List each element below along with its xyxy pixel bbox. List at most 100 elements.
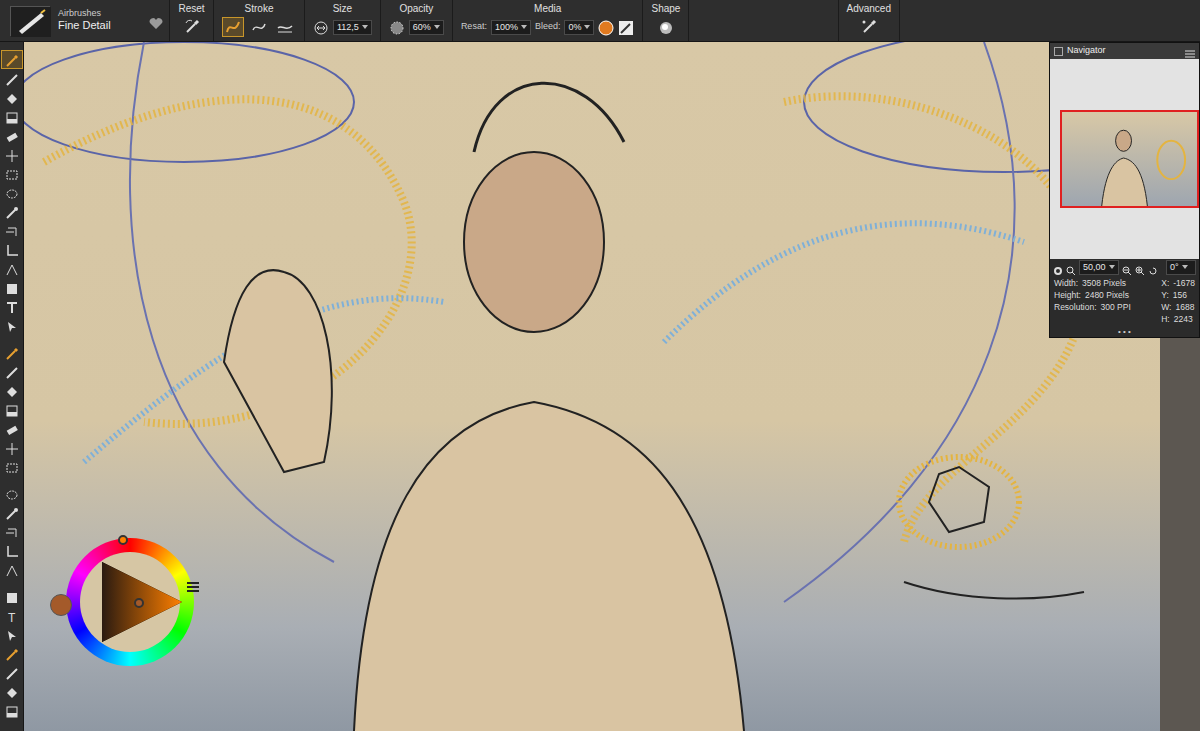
- info-row: Height:2480 Pixels: [1054, 289, 1131, 301]
- opacity-field-value: 60%: [413, 21, 431, 34]
- tool-icon: [4, 421, 20, 437]
- tool-button[interactable]: [1, 297, 23, 316]
- size-field[interactable]: 112,5: [333, 20, 372, 35]
- dropdown-arrow-icon[interactable]: [434, 25, 440, 29]
- tool-icon: [4, 684, 20, 700]
- tool-separator: [0, 335, 23, 343]
- tool-button[interactable]: [1, 316, 23, 335]
- svg-text:T: T: [8, 611, 16, 625]
- tool-button[interactable]: [1, 221, 23, 240]
- tool-button[interactable]: [1, 278, 23, 297]
- dropdown-arrow-icon[interactable]: [584, 25, 590, 29]
- reset-group-controls: [183, 15, 201, 39]
- tool-button[interactable]: [1, 126, 23, 145]
- size-group-controls: 112,5: [313, 15, 372, 39]
- stroke-mode-button[interactable]: [222, 17, 244, 37]
- tool-button[interactable]: [1, 50, 23, 69]
- tool-button[interactable]: [1, 522, 23, 541]
- stroke-group-label: Stroke: [245, 2, 274, 15]
- navigator-panel: Navigator50,000°Width:3508 PixelsHeight:…: [1049, 42, 1200, 338]
- tool-button[interactable]: [1, 343, 23, 362]
- tool-button[interactable]: [1, 484, 23, 503]
- tool-button[interactable]: [1, 682, 23, 701]
- zoom-value: 50,00: [1083, 261, 1106, 274]
- tool-button[interactable]: [1, 419, 23, 438]
- hue-ring[interactable]: [66, 538, 194, 666]
- dropdown-arrow-icon[interactable]: [362, 25, 368, 29]
- resat-field[interactable]: 100%: [491, 20, 531, 35]
- info-value: 300 PPI: [1101, 301, 1131, 313]
- tool-button[interactable]: [1, 587, 23, 606]
- info-value: 2480 Pixels: [1085, 289, 1129, 301]
- tool-icon: [4, 223, 20, 239]
- opacity-field[interactable]: 60%: [409, 20, 444, 35]
- tool-button[interactable]: [1, 145, 23, 164]
- tool-button[interactable]: [1, 381, 23, 400]
- close-icon[interactable]: [1054, 47, 1063, 56]
- tool-icon: [4, 71, 20, 87]
- dropdown-arrow-icon[interactable]: [1182, 265, 1188, 269]
- opacity-group-controls: 60%: [389, 15, 444, 39]
- navigator-thumbnail: [1060, 110, 1199, 208]
- tool-button[interactable]: [1, 701, 23, 720]
- settings-icon: [1053, 262, 1063, 272]
- stroke-mode-icon: [250, 18, 268, 36]
- info-label: Width:: [1054, 277, 1078, 289]
- brush-selector[interactable]: AirbrushesFine Detail: [0, 0, 170, 41]
- tool-button[interactable]: [1, 503, 23, 522]
- zoom-field[interactable]: 50,00: [1079, 260, 1119, 275]
- tool-button[interactable]: [1, 625, 23, 644]
- tool-button[interactable]: [1, 663, 23, 682]
- tool-button[interactable]: [1, 457, 23, 476]
- coord-row: H:2243: [1161, 313, 1195, 325]
- texture-icon: [618, 19, 634, 35]
- size-group-label: Size: [333, 2, 352, 15]
- stroke-mode-icon: [276, 18, 294, 36]
- stroke-mode-button[interactable]: [248, 17, 270, 37]
- tool-button[interactable]: [1, 88, 23, 107]
- resat-field-value: 100%: [495, 21, 518, 34]
- reset-group-label: Reset: [178, 2, 204, 15]
- tool-button[interactable]: [1, 438, 23, 457]
- tool-button[interactable]: [1, 259, 23, 278]
- stroke-mode-button[interactable]: [274, 17, 296, 37]
- tool-button[interactable]: [1, 202, 23, 221]
- tool-separator: [0, 476, 23, 484]
- tool-button[interactable]: T: [1, 606, 23, 625]
- tool-button[interactable]: [1, 400, 23, 419]
- stroke-mode-icon: [224, 18, 242, 36]
- more-button[interactable]: • • •: [1050, 327, 1199, 337]
- tool-button[interactable]: [1, 541, 23, 560]
- advanced-group: Advanced: [839, 0, 900, 41]
- dropdown-arrow-icon[interactable]: [521, 25, 527, 29]
- tool-icon: [4, 402, 20, 418]
- tool-button[interactable]: [1, 240, 23, 259]
- tool-button[interactable]: [1, 644, 23, 663]
- tool-button[interactable]: [1, 164, 23, 183]
- tool-icon: [4, 185, 20, 201]
- tool-button[interactable]: [1, 69, 23, 88]
- dropdown-arrow-icon[interactable]: [1109, 265, 1115, 269]
- tool-button[interactable]: [1, 362, 23, 381]
- menu-icon: [1185, 47, 1195, 55]
- tool-button[interactable]: [1, 560, 23, 579]
- rotation-field[interactable]: 0°: [1166, 260, 1196, 275]
- reset-icon: [183, 18, 201, 36]
- color-wheel[interactable]: [44, 538, 194, 668]
- tool-icon: [4, 440, 20, 456]
- color-knob[interactable]: [134, 598, 144, 608]
- tool-icon: [4, 147, 20, 163]
- opacity-group-label: Opacity: [399, 2, 433, 15]
- navigator-preview[interactable]: [1050, 59, 1199, 259]
- size-icon: [313, 19, 329, 35]
- tool-separator: [0, 579, 23, 587]
- artwork-canvas[interactable]: [24, 42, 1160, 731]
- shape-group-label: Shape: [651, 2, 680, 15]
- tool-button[interactable]: [1, 183, 23, 202]
- bleed-field[interactable]: 0%: [564, 20, 594, 35]
- reset-group: Reset: [170, 0, 214, 41]
- tool-icon: [4, 505, 20, 521]
- tool-icon: T: [4, 608, 20, 624]
- tool-button[interactable]: [1, 107, 23, 126]
- hue-knob[interactable]: [118, 535, 128, 545]
